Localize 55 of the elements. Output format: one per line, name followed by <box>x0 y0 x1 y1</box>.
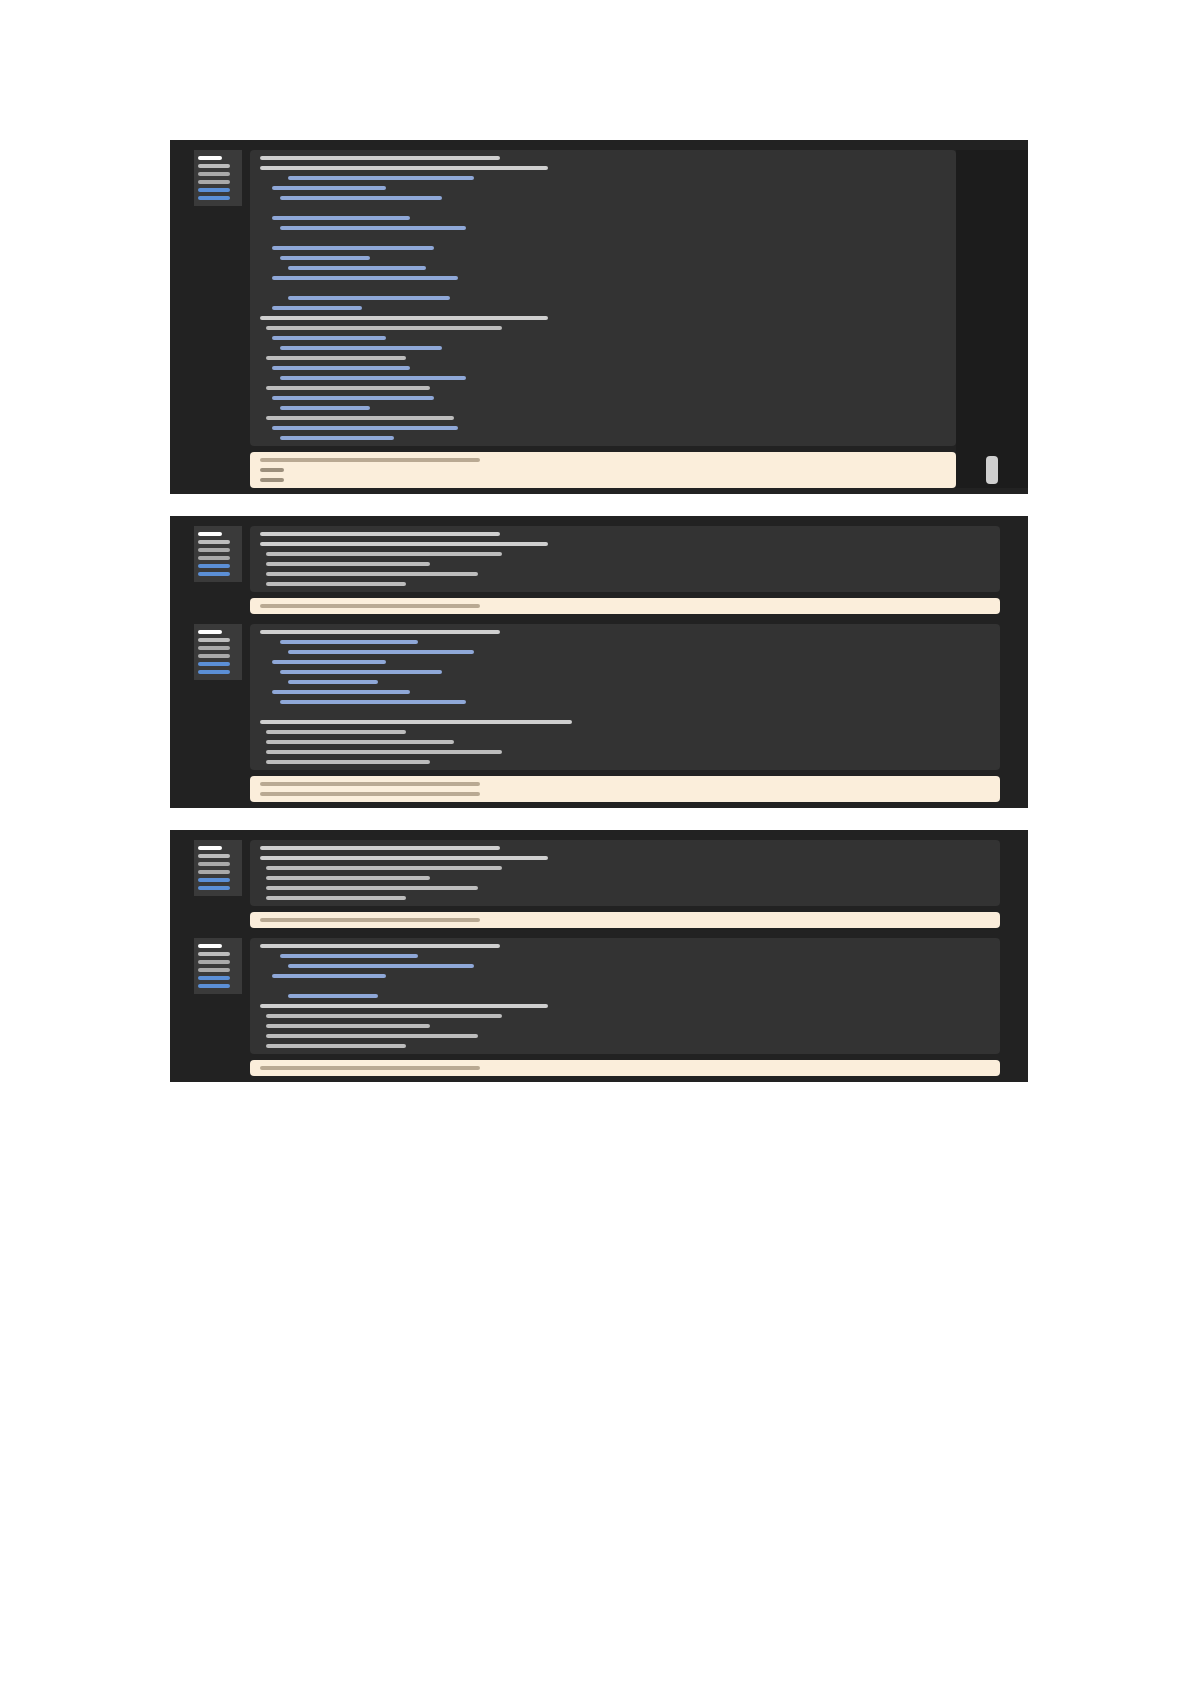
blurred-text-line <box>198 862 230 866</box>
blurred-text-line <box>198 662 230 666</box>
blurred-text-line <box>198 180 230 184</box>
blurred-text-line <box>260 468 284 472</box>
blurred-text-line <box>288 266 426 270</box>
blurred-text-line <box>198 638 230 642</box>
blurred-text-line <box>198 572 230 576</box>
blurred-text-line <box>280 406 370 410</box>
blurred-text-line <box>198 548 230 552</box>
blurred-text-line <box>272 336 386 340</box>
blurred-text-line <box>198 196 230 200</box>
blurred-text-line <box>198 532 222 536</box>
blurred-text-line <box>266 356 406 360</box>
blurred-text-line <box>198 564 230 568</box>
blurred-text-line <box>198 878 230 882</box>
blurred-text-line <box>198 654 230 658</box>
blurred-text-line <box>266 1044 406 1048</box>
blurred-text-line <box>198 670 230 674</box>
blurred-text-line <box>198 156 222 160</box>
blurred-text-line <box>272 216 410 220</box>
blurred-text-line <box>198 870 230 874</box>
blurred-text-line <box>198 188 230 192</box>
blurred-text-line <box>198 952 230 956</box>
blurred-text-line <box>272 306 362 310</box>
blurred-text-line <box>198 886 230 890</box>
blurred-text-line <box>272 690 410 694</box>
blurred-text-line <box>198 960 230 964</box>
blurred-text-line <box>260 478 284 482</box>
blurred-text-line <box>198 556 230 560</box>
blurred-text-line <box>266 582 406 586</box>
blurred-text-line <box>198 976 230 980</box>
blurred-text-line <box>198 944 222 948</box>
blurred-text-line <box>266 730 406 734</box>
blurred-text-line <box>272 186 386 190</box>
scroll-thumb[interactable] <box>986 456 998 484</box>
blurred-text-line <box>280 256 370 260</box>
blurred-text-line <box>198 854 230 858</box>
blurred-text-line <box>198 630 222 634</box>
blurred-text-line <box>280 640 418 644</box>
blurred-text-line <box>198 968 230 972</box>
scrollbar[interactable] <box>956 150 1028 488</box>
blurred-text-line <box>272 660 386 664</box>
blurred-text-line <box>198 164 230 168</box>
blurred-text-line <box>198 646 230 650</box>
blurred-text-line <box>266 896 406 900</box>
blurred-text-line <box>288 680 378 684</box>
blurred-text-line <box>280 954 418 958</box>
blurred-text-line <box>198 984 230 988</box>
blurred-text-line <box>288 994 378 998</box>
blurred-text-line <box>198 540 230 544</box>
blurred-text-line <box>198 172 230 176</box>
blurred-text-line <box>272 366 410 370</box>
blurred-text-line <box>280 436 394 440</box>
blurred-text-line <box>198 846 222 850</box>
blurred-text-line <box>272 974 386 978</box>
